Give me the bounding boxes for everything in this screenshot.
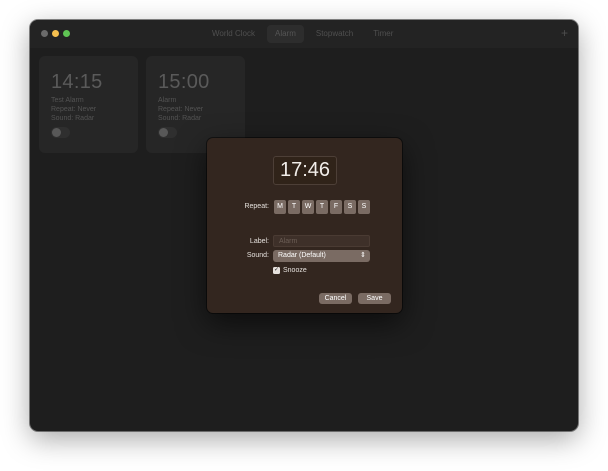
app-window: World Clock Alarm Stopwatch Timer + 14:1… <box>30 20 578 431</box>
day-button-sunday[interactable]: S <box>358 200 370 214</box>
alarm-label: Test Alarm <box>51 97 84 104</box>
repeat-label: Repeat: <box>244 203 269 210</box>
alarm-sound: Sound: Radar <box>158 115 202 122</box>
alarm-sound: Sound: Radar <box>51 115 95 122</box>
tab-bar: World Clock Alarm Stopwatch Timer <box>204 25 401 43</box>
snooze-checkbox[interactable]: ✓ <box>273 267 280 274</box>
alarm-time: 15:00 <box>158 71 210 93</box>
day-button-monday[interactable]: M <box>274 200 286 214</box>
snooze-label: Snooze <box>283 267 307 274</box>
label-field-label: Label: <box>249 238 269 245</box>
alarm-label: Alarm <box>158 97 177 104</box>
titlebar: World Clock Alarm Stopwatch Timer + <box>30 20 578 48</box>
toggle-knob <box>52 128 61 137</box>
save-button[interactable]: Save <box>358 293 391 304</box>
chevron-up-down-icon: ⇕ <box>360 252 366 259</box>
sound-select[interactable]: Radar (Default) ⇕ <box>273 250 370 262</box>
day-button-thursday[interactable]: T <box>316 200 328 214</box>
tab-stopwatch[interactable]: Stopwatch <box>308 25 361 43</box>
snooze-option[interactable]: ✓ Snooze <box>273 267 307 274</box>
alarm-toggle[interactable] <box>158 127 177 138</box>
sound-select-value: Radar (Default) <box>278 252 326 259</box>
alarm-toggle[interactable] <box>51 127 70 138</box>
cancel-button[interactable]: Cancel <box>319 293 352 304</box>
edit-alarm-dialog: 17:46 Repeat: M T W T F S S Label: Alarm… <box>207 138 402 313</box>
add-alarm-icon[interactable]: + <box>561 26 568 40</box>
zoom-window-button[interactable] <box>63 30 70 37</box>
tab-world-clock[interactable]: World Clock <box>204 25 263 43</box>
time-picker[interactable]: 17:46 <box>273 156 337 185</box>
alarm-repeat: Repeat: Never <box>51 106 97 113</box>
toggle-knob <box>159 128 168 137</box>
day-button-tuesday[interactable]: T <box>288 200 300 214</box>
sound-label: Sound: <box>246 252 269 259</box>
label-input[interactable]: Alarm <box>273 235 370 247</box>
day-button-friday[interactable]: F <box>330 200 342 214</box>
alarm-time: 14:15 <box>51 71 103 93</box>
alarm-repeat: Repeat: Never <box>158 106 204 113</box>
tab-timer[interactable]: Timer <box>365 25 401 43</box>
alarm-card[interactable]: 14:15 Test Alarm Repeat: Never Sound: Ra… <box>39 56 138 153</box>
close-window-button[interactable] <box>41 30 48 37</box>
repeat-days: M T W T F S S <box>274 200 370 214</box>
day-button-saturday[interactable]: S <box>344 200 356 214</box>
day-button-wednesday[interactable]: W <box>302 200 314 214</box>
tab-alarm[interactable]: Alarm <box>266 25 304 43</box>
minimize-window-button[interactable] <box>52 30 59 37</box>
